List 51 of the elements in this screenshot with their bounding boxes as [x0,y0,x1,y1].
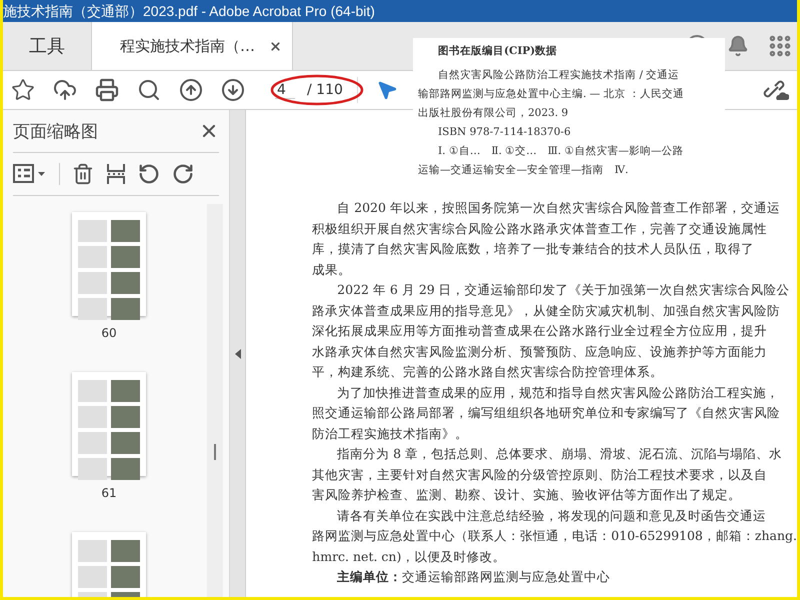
apps-grid-icon[interactable] [767,33,793,59]
print-icon[interactable] [95,78,119,102]
document-text-line: 库，摸清了自然灾害风险底数，培养了一批专兼结合的技术人员队伍，取得了 [312,240,756,258]
cursor-icon[interactable] [376,79,398,101]
document-text-line: 水路承灾体自然灾害风险监测分析、预警预防、应急响应、设施养护等方面能力 [312,342,768,360]
cip-text-line: 自然灾害风险公路防治工程实施技术指南 / 交通运 [437,68,680,83]
link-cloud-icon[interactable] [763,78,789,102]
page-number: 60 [101,326,117,340]
arrow-down-circle-icon[interactable] [221,78,245,102]
cip-text-line: 运输—交通运输安全—安全管理—指南 Ⅳ. [418,163,630,178]
window-title: 施技术指南（交通部）2023.pdf - Adobe Acrobat Pro (64-bit) [3,2,375,21]
document-text-line: 路网监测与应急处置中心（联系人：张恒通，电话：010-65299108，邮箱：zhang. [312,527,797,545]
document-text-line: 照交通运输部公路局部署，编写组组织各地研究单位和专家编写了《自然灾害风险 [312,404,782,422]
document-text-line: 路承灾体普查成果应用的指导意见》，从健全防灾减灾机制、加强自然灾害风险防 [312,302,782,320]
rotate-left-icon[interactable] [138,163,160,185]
document-text-line: 主编单位：交通运输部路网监测与应急处置中心 [336,568,612,586]
page-number-field[interactable]: 4 [275,82,295,98]
close-icon[interactable] [269,40,282,52]
cip-text-line: ISBN 978-7-114-18370-6 [437,125,572,140]
cloud-upload-icon[interactable] [53,78,77,102]
document-text-line: 2022 年 6 月 29 日，交通运输部印发了《关于加强第一次自然灾害综合风险公 [336,281,791,299]
page-total: / 110 [307,82,343,98]
scrollbar[interactable] [207,204,224,597]
cip-text-line: Ⅰ. ①自… Ⅱ. ①交… Ⅲ. ①自然灾害—影响—公路 [437,144,684,159]
trash-icon[interactable] [72,163,94,185]
document-tab[interactable]: 程实施技术指南（… [92,22,293,70]
document-text-line: 为了加快推进普查成果的应用，规范和指导自然灾害风险公路防治工程实施， [336,384,780,402]
arrow-up-circle-icon[interactable] [179,78,203,102]
insert-page-icon[interactable] [106,163,126,185]
zoom-icon[interactable] [137,78,161,102]
cip-text-line: 输部路网监测与应急处置中心主编. — 北京 ：人民交通 [418,87,685,102]
bell-icon[interactable] [727,35,749,57]
star-icon[interactable] [11,78,35,102]
panel-title: 页面缩略图 [13,120,98,142]
document-text-line: 积极组织开展自然灾害综合风险公路水路承灾体普查工作，完善了交通设施属性 [312,220,768,238]
rotate-right-icon[interactable] [172,163,194,185]
document-text-line: 平，构建系统、完善的公路水路自然灾害综合防控管理体系。 [312,363,664,381]
document-text-line: 自 2020 年以来，按照国务院第一次自然灾害综合风险普查工作部署，交通运 [336,199,781,217]
document-text-line: 害风险养护检查、监测、勘察、设计、实施、验收评估等方面作出了规定。 [312,486,742,504]
collapse-arrow-icon[interactable] [234,348,241,358]
document-text-line: 防治工程实施技术指南》。 [312,424,470,442]
document-text-line: 请各有关单位在实践中注意总结经验，将发现的问题和意见及时函告交通运 [336,506,768,524]
options-menu-icon[interactable] [13,163,47,185]
document-text-line: hmrc. net. cn)，以便及时修改。 [312,548,506,566]
document-text-line: 指南分为 8 章，包括总则、总体要求、崩塌、滑坡、泥石流、沉陷与塌陷、水 [336,445,784,463]
document-text-line: 其他灾害，主要针对自然灾害风险的分级管控原则、防治工程技术要求，以及自 [312,466,768,484]
document-text-line: 成果。 [312,260,352,278]
page-number: 61 [101,486,117,500]
document-text-line: 深化拓展成果应用等方面推动普查成果在公路水路行业全过程全方位应用，提升 [312,322,768,340]
cip-text-line: 出版社股份有限公司，2023. 9 [418,106,570,121]
cip-text-line: 图书在版编目(CIP)数据 [437,44,558,59]
